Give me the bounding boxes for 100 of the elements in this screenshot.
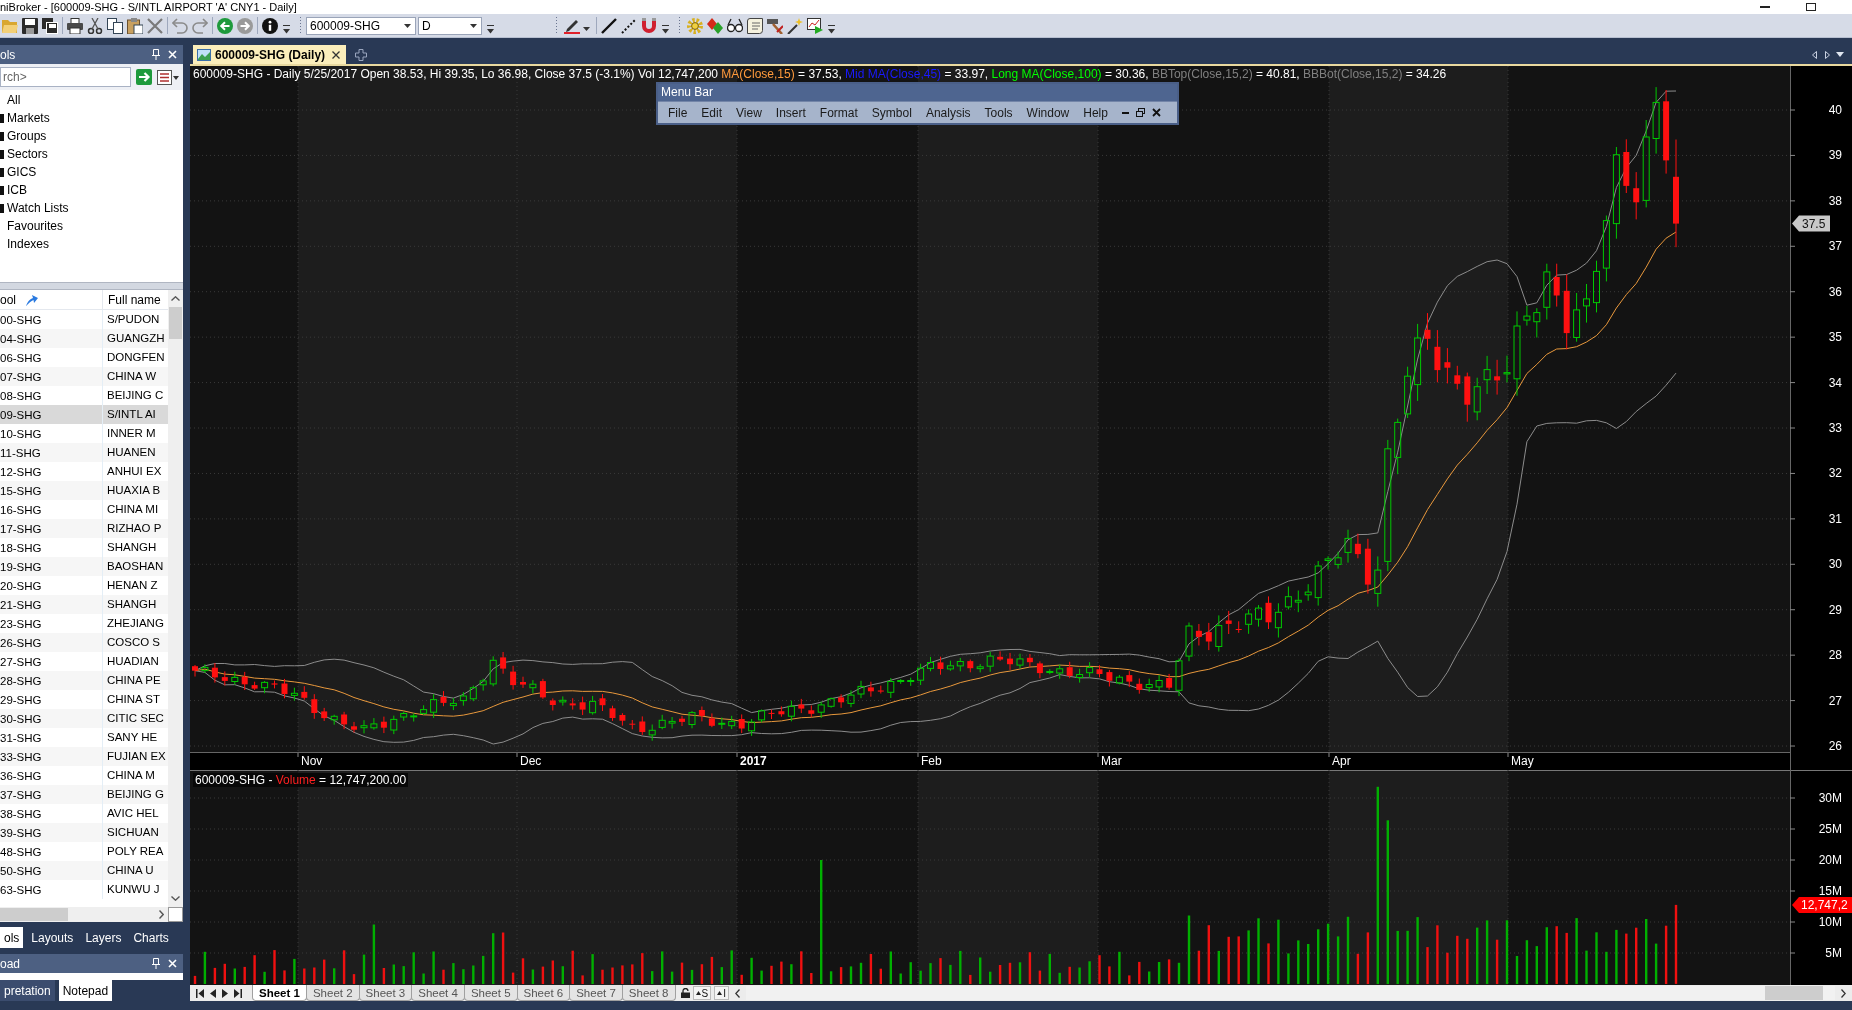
symbol-row[interactable]: 11-SHG HUANEN bbox=[0, 443, 168, 462]
sheet-tool-button[interactable]: I bbox=[714, 986, 729, 1000]
wand-icon[interactable] bbox=[787, 17, 803, 34]
copy-icon[interactable] bbox=[107, 17, 123, 34]
chevron-right-icon[interactable] bbox=[159, 910, 164, 919]
sheet-tab[interactable]: Sheet 8 bbox=[621, 985, 676, 1001]
tree-item[interactable]: Indexes bbox=[0, 235, 183, 253]
menu-item[interactable]: Insert bbox=[768, 102, 813, 123]
symbol-row[interactable]: 39-SHG SICHUAN bbox=[0, 823, 168, 842]
right-arrow-icon[interactable] bbox=[136, 69, 152, 85]
symbol-row[interactable]: 17-SHG RIZHAO P bbox=[0, 519, 168, 538]
interval-dropdown[interactable]: D bbox=[418, 16, 482, 35]
chevron-down-icon[interactable] bbox=[171, 896, 180, 901]
tree-item[interactable]: ICB bbox=[0, 181, 183, 199]
menu-item[interactable]: Help bbox=[1076, 102, 1115, 123]
pen-icon[interactable] bbox=[564, 17, 580, 34]
sheet-tab[interactable]: Sheet 5 bbox=[463, 985, 518, 1001]
sheet-tool-button[interactable]: S bbox=[692, 986, 712, 1000]
symbol-row[interactable]: 15-SHG HUAXIA B bbox=[0, 481, 168, 500]
symbol-dropdown[interactable]: 600009-SHG bbox=[306, 16, 416, 35]
x-mark-icon[interactable] bbox=[147, 17, 163, 34]
chevron-right-icon[interactable] bbox=[1841, 988, 1846, 998]
chevron-up-icon[interactable] bbox=[171, 296, 180, 301]
diamonds-icon[interactable] bbox=[707, 17, 723, 34]
gear-icon[interactable] bbox=[687, 17, 703, 34]
panel-tab[interactable]: pretation bbox=[0, 980, 55, 1001]
scroll-icon[interactable] bbox=[747, 17, 763, 34]
scissors-icon[interactable] bbox=[87, 17, 103, 34]
symbol-row[interactable]: 28-SHG CHINA PE bbox=[0, 671, 168, 690]
grip-handle-icon[interactable] bbox=[678, 17, 681, 34]
symbol-row[interactable]: 33-SHG FUJIAN EX bbox=[0, 747, 168, 766]
vertical-scrollbar[interactable] bbox=[168, 290, 183, 907]
clipboard-icon[interactable] bbox=[127, 17, 143, 34]
symbol-row[interactable]: 07-SHG CHINA W bbox=[0, 367, 168, 386]
overflow-caret-icon[interactable] bbox=[828, 24, 835, 34]
tree-item[interactable]: Groups bbox=[0, 127, 183, 145]
magnet-icon[interactable] bbox=[641, 17, 657, 34]
overflow-caret-icon[interactable] bbox=[487, 24, 494, 34]
grip-handle-icon[interactable] bbox=[299, 17, 302, 34]
sheet-tab[interactable]: Sheet 6 bbox=[516, 985, 571, 1001]
symbol-row[interactable]: 21-SHG SHANGH bbox=[0, 595, 168, 614]
symbol-row[interactable]: 30-SHG CITIC SEC bbox=[0, 709, 168, 728]
panel-tab[interactable]: Notepad bbox=[58, 980, 113, 1001]
search-field[interactable]: rch> bbox=[0, 67, 131, 87]
glasses-icon[interactable] bbox=[727, 17, 743, 34]
symbol-row[interactable]: 26-SHG COSCO S bbox=[0, 633, 168, 652]
menu-item[interactable]: Edit bbox=[694, 102, 730, 123]
menu-item[interactable]: View bbox=[729, 102, 769, 123]
menu-item[interactable]: Tools bbox=[977, 102, 1020, 123]
sheet-tab[interactable]: Sheet 1 bbox=[252, 985, 307, 1001]
horizontal-scrollbar[interactable] bbox=[0, 907, 168, 922]
menu-item[interactable]: Format bbox=[812, 102, 865, 123]
column-header[interactable]: ool bbox=[0, 290, 102, 309]
skip-start-icon[interactable] bbox=[196, 988, 204, 998]
hammer-icon[interactable] bbox=[767, 17, 783, 34]
tree-item[interactable]: All bbox=[0, 91, 183, 109]
dropdown-caret-icon[interactable] bbox=[1836, 52, 1844, 57]
sheet-tab[interactable]: Sheet 7 bbox=[569, 985, 623, 1001]
chart-play-icon[interactable] bbox=[807, 17, 823, 34]
list-menu-icon[interactable] bbox=[157, 69, 179, 85]
chevron-left-icon[interactable] bbox=[734, 988, 740, 998]
triangle-left-icon[interactable] bbox=[1812, 50, 1817, 59]
menu-item[interactable]: Symbol bbox=[864, 102, 919, 123]
overflow-caret-icon[interactable] bbox=[662, 24, 669, 34]
tree-item[interactable]: Sectors bbox=[0, 145, 183, 163]
left-arrow-circle-icon[interactable] bbox=[217, 17, 233, 34]
pin-icon[interactable] bbox=[152, 958, 160, 969]
panel-tab[interactable]: Charts bbox=[129, 927, 173, 948]
maximize-icon[interactable] bbox=[1806, 3, 1816, 11]
triangle-right-icon[interactable] bbox=[222, 988, 228, 998]
chart-tab[interactable]: 600009-SHG (Daily) bbox=[193, 45, 347, 64]
horizontal-scrollbar[interactable] bbox=[745, 986, 1835, 1000]
lock-icon[interactable] bbox=[680, 988, 690, 998]
close-icon[interactable] bbox=[1151, 108, 1161, 117]
panel-tab[interactable]: ols bbox=[0, 927, 24, 948]
diagonal-line-icon[interactable] bbox=[601, 17, 617, 34]
symbol-row[interactable]: 63-SHG KUNWU J bbox=[0, 880, 168, 899]
pin-icon[interactable] bbox=[152, 49, 160, 60]
close-icon[interactable] bbox=[332, 50, 341, 59]
panel-tab[interactable]: Layouts bbox=[27, 927, 78, 948]
save-icon[interactable] bbox=[22, 17, 38, 34]
menu-item[interactable]: Analysis bbox=[918, 102, 978, 123]
printer-icon[interactable] bbox=[67, 17, 83, 34]
overflow-caret-icon[interactable] bbox=[283, 24, 290, 34]
column-header[interactable]: Full name bbox=[102, 290, 161, 309]
info-icon[interactable] bbox=[262, 17, 278, 34]
caret-icon[interactable] bbox=[583, 26, 590, 31]
tree-item[interactable]: GICS bbox=[0, 163, 183, 181]
triangle-right-icon[interactable] bbox=[1825, 50, 1830, 59]
symbol-row[interactable]: 09-SHG S/INTL AI bbox=[0, 405, 168, 424]
right-arrow-circle-icon[interactable] bbox=[237, 17, 253, 34]
symbol-row[interactable]: 04-SHG GUANGZH bbox=[0, 329, 168, 348]
sheet-tab[interactable]: Sheet 4 bbox=[411, 985, 465, 1001]
sheet-tab[interactable]: Sheet 2 bbox=[305, 985, 360, 1001]
scrollbar-thumb[interactable] bbox=[1765, 986, 1823, 1000]
menu-item[interactable]: Window bbox=[1019, 102, 1077, 123]
symbol-row[interactable]: 50-SHG CHINA U bbox=[0, 861, 168, 880]
save-all-icon[interactable] bbox=[42, 17, 58, 34]
symbol-row[interactable]: 37-SHG BEIJING G bbox=[0, 785, 168, 804]
grip-handle-icon[interactable] bbox=[555, 17, 558, 34]
